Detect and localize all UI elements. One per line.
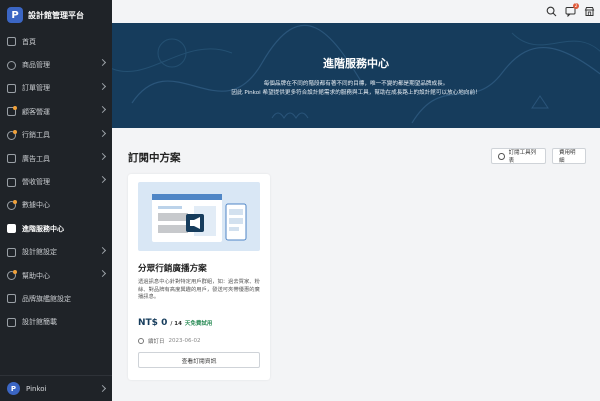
revenue-icon xyxy=(7,177,16,187)
plan-illustration xyxy=(138,182,260,251)
brand-logo-icon: P xyxy=(7,7,23,23)
brand[interactable]: P 設計館管理平台 xyxy=(0,0,112,30)
chevron-right-icon xyxy=(98,269,107,277)
sidebar-item[interactable]: 商品管理 xyxy=(0,53,112,76)
sidebar-item-label: 幫助中心 xyxy=(22,271,50,280)
chevron-right-icon xyxy=(98,176,107,184)
sidebar-item-label: 進階服務中心 xyxy=(22,224,64,233)
subscription-tools-button[interactable]: 訂閱工具列表 xyxy=(491,148,546,164)
notification-dot-icon xyxy=(13,106,17,111)
sidebar-item[interactable]: 數據中心 xyxy=(0,194,112,217)
sidebar-item-label: 品牌旗艦館設定 xyxy=(22,294,71,303)
renew-label: 續訂日 xyxy=(148,339,165,345)
chevron-right-icon xyxy=(98,106,107,114)
sidebar-item[interactable]: 首頁 xyxy=(0,30,112,53)
notification-dot-icon xyxy=(13,199,17,204)
sidebar-item[interactable]: 廣告工具 xyxy=(0,147,112,170)
chevron-right-icon xyxy=(98,246,107,254)
plan-card: 分眾行銷廣播方案 透過訊息中心針對特定用戶群組，如：過去買家、粉絲、對品牌有高度… xyxy=(128,174,270,380)
notification-dot-icon xyxy=(13,270,17,275)
shop-icon[interactable] xyxy=(584,6,595,17)
price-row: NT$ 0 / 14 天免費試用 xyxy=(138,318,212,328)
sidebar: P 設計館管理平台 首頁商品管理訂單管理顧客營運行銷工具廣告工具營收管理數據中心… xyxy=(0,0,112,401)
profile-icon xyxy=(7,317,16,327)
marketing-icon xyxy=(7,129,17,140)
sidebar-item[interactable]: 設計館簡載 xyxy=(0,311,112,334)
service-icon xyxy=(7,224,16,234)
trial-label: 天免費試用 xyxy=(184,321,213,327)
customer-icon xyxy=(7,106,17,117)
section-title: 訂閱中方案 xyxy=(128,152,181,164)
billing-details-button[interactable]: 費用明細 xyxy=(552,148,586,164)
user-name: Pinkoi xyxy=(26,384,47,393)
search-icon[interactable] xyxy=(546,6,557,17)
main-content: 訂閱中方案 訂閱工具列表 費用明細 分眾行銷廣播方案 透過訊息中心針對特定用戶群… xyxy=(112,128,600,401)
tools-icon xyxy=(498,152,505,160)
chevron-right-icon xyxy=(98,82,107,90)
sidebar-item-label: 首頁 xyxy=(22,37,36,46)
settings-icon xyxy=(7,247,16,257)
sidebar-item[interactable]: 訂單管理 xyxy=(0,77,112,100)
user-menu[interactable]: P Pinkoi xyxy=(0,375,112,401)
topbar: 2 xyxy=(112,0,600,23)
sidebar-item[interactable]: 品牌旗艦館設定 xyxy=(0,287,112,310)
chevron-right-icon xyxy=(98,152,107,160)
sidebar-item-label: 行銷工具 xyxy=(22,131,50,140)
broadcast-illustration-icon xyxy=(152,194,247,242)
data-icon xyxy=(7,199,17,210)
sidebar-item-label: 營收管理 xyxy=(22,178,50,187)
brand-title: 設計館管理平台 xyxy=(28,10,84,20)
sidebar-item[interactable]: 設計館設定 xyxy=(0,241,112,264)
avatar: P xyxy=(7,382,20,395)
sidebar-item-label: 數據中心 xyxy=(22,201,50,210)
renew-icon xyxy=(138,338,144,344)
sidebar-item-label: 顧客營運 xyxy=(22,107,50,116)
chevron-right-icon xyxy=(98,59,107,67)
ads-icon xyxy=(7,154,16,164)
sidebar-item[interactable]: 顧客營運 xyxy=(0,100,112,123)
help-icon xyxy=(7,270,17,281)
sidebar-item[interactable]: 幫助中心 xyxy=(0,264,112,287)
notification-badge: 2 xyxy=(573,3,579,9)
billing-details-label: 費用明細 xyxy=(559,150,576,164)
sidebar-item-label: 廣告工具 xyxy=(22,154,50,163)
home-icon xyxy=(7,37,16,47)
sidebar-item[interactable]: 營收管理 xyxy=(0,170,112,193)
sidebar-item-label: 設計館簡載 xyxy=(22,318,57,327)
plan-period: / 14 xyxy=(170,321,182,327)
plan-price: NT$ 0 xyxy=(138,318,168,328)
hero-title: 進階服務中心 xyxy=(323,57,389,70)
product-icon xyxy=(7,60,16,70)
notification-dot-icon xyxy=(13,129,17,134)
hero-banner: 進階服務中心 每個品牌在不同的階段都有著不同的目標，唯一不變的都是期望品牌成長。… xyxy=(112,23,600,128)
chevron-right-icon xyxy=(98,129,107,137)
sidebar-item-label: 訂單管理 xyxy=(22,84,50,93)
sidebar-item[interactable]: 行銷工具 xyxy=(0,124,112,147)
view-subscription-button[interactable]: 查看訂閱資訊 xyxy=(138,352,260,368)
sidebar-item-label: 設計館設定 xyxy=(22,248,57,257)
hero-decoration-icon xyxy=(112,24,600,124)
view-subscription-label: 查看訂閱資訊 xyxy=(181,358,217,365)
sidebar-item-label: 商品管理 xyxy=(22,61,50,70)
renew-date: 2023-06-02 xyxy=(168,338,201,344)
plan-description: 透過訊息中心針對特定用戶群組，如：過去買家、粉絲、對品牌有高度興趣的用戶，發送可… xyxy=(138,279,260,301)
chevron-right-icon xyxy=(98,384,107,393)
hero-description: 因此 Pinkoi 希望提供更多符合設計館需求的服務與工具，幫助在成長路上的設計… xyxy=(231,90,481,96)
hero-description: 每個品牌在不同的階段都有著不同的目標，唯一不變的都是期望品牌成長。 xyxy=(263,81,449,87)
plan-title: 分眾行銷廣播方案 xyxy=(138,264,207,274)
sidebar-nav: 首頁商品管理訂單管理顧客營運行銷工具廣告工具營收管理數據中心進階服務中心 設計館設… xyxy=(0,30,112,334)
order-icon xyxy=(7,83,16,93)
flagship-icon xyxy=(7,294,16,304)
subscription-tools-label: 訂閱工具列表 xyxy=(508,150,537,164)
sidebar-item[interactable]: 進階服務中心 xyxy=(0,217,112,240)
renew-row: 續訂日 2023-06-02 xyxy=(138,337,200,345)
